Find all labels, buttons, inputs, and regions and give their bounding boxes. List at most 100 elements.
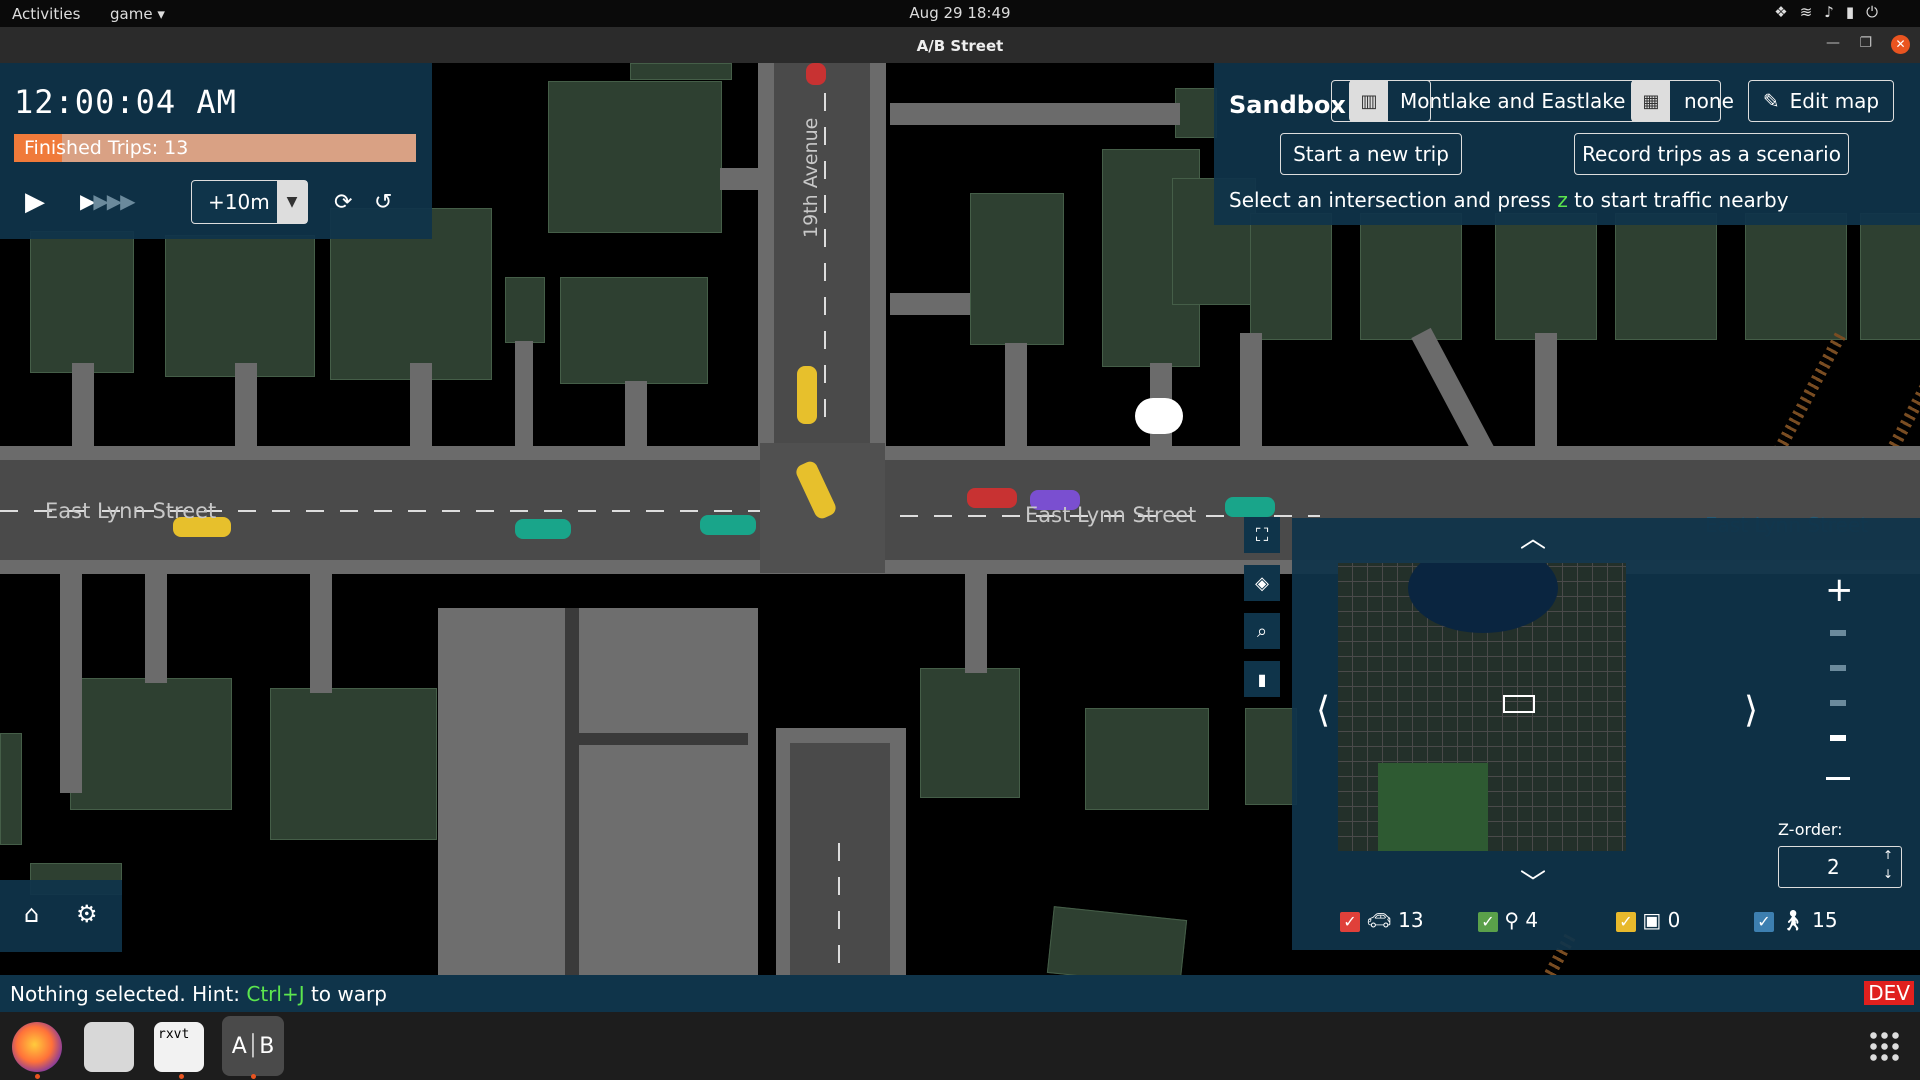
building[interactable]	[30, 231, 134, 373]
building[interactable]	[560, 277, 708, 384]
system-clock[interactable]: Aug 29 18:49	[0, 4, 1920, 22]
building[interactable]	[630, 63, 732, 80]
home-icon[interactable]: ⌂	[24, 900, 39, 928]
building[interactable]	[970, 193, 1064, 345]
gear-icon[interactable]: ⚙	[76, 900, 98, 928]
minimap-viewport[interactable]	[1503, 695, 1535, 713]
zoom-in-icon[interactable]: +	[1825, 570, 1854, 610]
zoom-level-tick[interactable]	[1830, 630, 1846, 636]
zoom-level-tick[interactable]	[1830, 735, 1846, 741]
checkbox-cars[interactable]: ✓	[1340, 911, 1360, 932]
car[interactable]	[806, 63, 826, 85]
hint-key: z	[1557, 188, 1568, 212]
car[interactable]	[797, 366, 817, 424]
step-value: +10m	[208, 190, 270, 214]
running-indicator	[179, 1074, 184, 1079]
chart-icon[interactable]: ▮	[1244, 661, 1280, 697]
building[interactable]	[270, 688, 437, 840]
spinner-down-icon[interactable]: ↓	[1883, 867, 1893, 881]
checkbox-buses[interactable]: ✓	[1616, 911, 1636, 932]
map-tools: ⛶ ◈ ⌕ ▮	[1244, 517, 1282, 697]
pan-down-icon[interactable]: ﹀	[1520, 863, 1546, 900]
building[interactable]	[1245, 708, 1297, 805]
play-icon[interactable]: ▶	[25, 187, 45, 217]
building[interactable]	[70, 678, 232, 810]
pan-right-icon[interactable]: ⟩	[1744, 690, 1758, 731]
finished-trips-bar: Finished Trips: 13	[14, 134, 416, 162]
search-icon[interactable]: ⌕	[1244, 613, 1280, 649]
building[interactable]	[1085, 708, 1209, 810]
record-trips-button[interactable]: Record trips as a scenario	[1574, 133, 1849, 175]
building[interactable]	[165, 235, 315, 377]
street-label: East Lynn Street	[1025, 503, 1197, 527]
volume-icon: ♪	[1824, 3, 1846, 21]
building[interactable]	[1046, 906, 1188, 975]
maximize-icon[interactable]: ❐	[1859, 35, 1872, 51]
app-grid-icon[interactable]	[1868, 1030, 1900, 1062]
filter-bikes[interactable]: ✓ ⚲ 4	[1478, 908, 1538, 932]
building[interactable]	[920, 668, 1020, 798]
zorder-spinner[interactable]: 2 ↑ ↓	[1778, 846, 1902, 888]
filter-count: 15	[1812, 908, 1838, 932]
zoom-out-icon[interactable]	[1826, 777, 1850, 780]
step-dropdown[interactable]: +10m ▼	[191, 180, 308, 224]
building[interactable]	[1860, 213, 1920, 340]
jump-time-icon[interactable]: ⟳	[334, 190, 352, 215]
hint-suffix: to start traffic nearby	[1567, 188, 1789, 212]
reset-icon[interactable]: ↺	[374, 190, 392, 215]
edit-map-button[interactable]: ✎ Edit map	[1748, 80, 1894, 122]
car[interactable]	[967, 488, 1017, 508]
chevron-down-icon[interactable]: ▼	[277, 181, 307, 223]
minimap[interactable]	[1338, 563, 1626, 851]
dev-badge[interactable]: DEV	[1864, 981, 1914, 1005]
building[interactable]	[1615, 213, 1717, 340]
street-label: East Lynn Street	[45, 499, 217, 523]
car[interactable]	[1225, 497, 1275, 517]
pan-left-icon[interactable]: ⟨	[1316, 690, 1330, 731]
sim-clock: 12:00:04 AM	[14, 83, 237, 121]
minimize-icon[interactable]: —	[1826, 35, 1840, 51]
checkbox-bikes[interactable]: ✓	[1478, 911, 1498, 932]
fullscreen-icon[interactable]: ⛶	[1244, 517, 1280, 553]
spinner-up-icon[interactable]: ↑	[1883, 848, 1893, 862]
system-tray[interactable]: ❖≋♪▮⏻	[1774, 3, 1890, 21]
lane-marking	[824, 93, 826, 433]
filter-buses[interactable]: ✓ ▣ 0	[1616, 908, 1680, 932]
zoom-level-tick[interactable]	[1830, 665, 1846, 671]
time-panel: 12:00:04 AM Finished Trips: 13 ▶ ▶▶▶▶ +1…	[0, 63, 432, 239]
car[interactable]	[700, 515, 756, 535]
building[interactable]	[1360, 213, 1462, 340]
checkbox-pedestrians[interactable]: ✓	[1754, 911, 1774, 932]
files-icon[interactable]	[84, 1022, 134, 1072]
home-settings-panel: ⌂ ⚙	[0, 880, 122, 952]
filter-pedestrians[interactable]: ✓ 🚶︎ 15	[1754, 908, 1838, 932]
abstreet-icon[interactable]: A⏐B	[222, 1016, 284, 1076]
building[interactable]	[1175, 88, 1217, 138]
firefox-icon[interactable]	[12, 1022, 62, 1072]
car[interactable]	[515, 519, 571, 539]
parking-lot[interactable]	[438, 608, 758, 975]
zorder-value: 2	[1827, 855, 1840, 879]
driveway	[145, 573, 167, 683]
start-trip-button[interactable]: Start a new trip	[1280, 133, 1462, 175]
scenario-button[interactable]	[1331, 80, 1431, 122]
terminal-icon[interactable]: rxvt	[154, 1022, 204, 1072]
close-icon[interactable]: ✕	[1891, 35, 1910, 54]
lane-marking	[838, 843, 840, 973]
building[interactable]	[1495, 213, 1597, 340]
pencil-icon: ✎	[1762, 89, 1780, 113]
building[interactable]	[548, 81, 722, 233]
pan-up-icon[interactable]: ︿	[1520, 518, 1546, 555]
fast-forward-icon[interactable]: ▶▶▶▶	[80, 189, 136, 213]
building[interactable]	[505, 277, 545, 343]
building[interactable]	[1745, 213, 1847, 340]
change-scenario-button[interactable]: ▦ none	[1631, 80, 1734, 122]
building[interactable]	[1250, 213, 1332, 340]
building[interactable]	[0, 733, 22, 845]
sandbox-hint: Select an intersection and press z to st…	[1229, 188, 1789, 212]
road[interactable]	[790, 743, 890, 975]
zoom-level-tick[interactable]	[1830, 700, 1846, 706]
layers-icon[interactable]: ◈	[1244, 565, 1280, 601]
road-19th-avenue[interactable]	[774, 63, 870, 463]
filter-cars[interactable]: ✓ 🚗︎ 13	[1340, 908, 1424, 932]
